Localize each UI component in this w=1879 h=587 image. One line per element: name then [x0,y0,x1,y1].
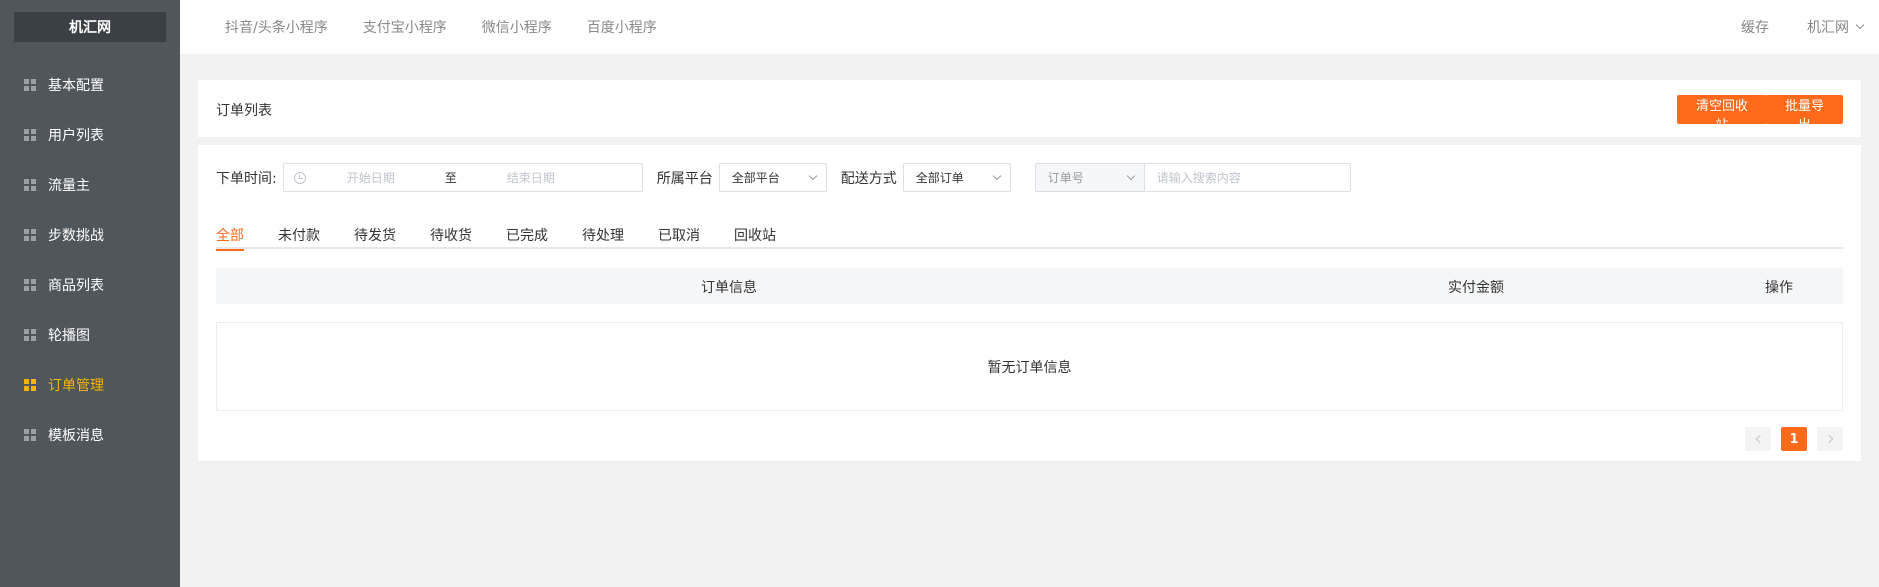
column-order-info: 订单信息 [701,280,757,296]
next-page-button[interactable] [1817,427,1843,451]
grid-icon [24,279,36,291]
tab-all[interactable]: 全部 [216,225,244,251]
title-panel: 订单列表 清空回收站 批量导出 [198,80,1861,137]
sidebar-item-basic-config[interactable]: 基本配置 [0,60,180,110]
sidebar-item-step-challenge[interactable]: 步数挑战 [0,210,180,260]
pagination: 1 [1735,427,1843,451]
tab-wechat[interactable]: 微信小程序 [482,17,552,37]
end-date-input[interactable]: 结束日期 [466,169,596,186]
grid-icon [24,429,36,441]
top-header: 抖音/头条小程序 支付宝小程序 微信小程序 百度小程序 缓存 机汇网 [180,0,1879,54]
batch-export-button[interactable]: 批量导出 [1766,95,1843,133]
sidebar-item-label: 步数挑战 [48,228,104,244]
range-separator: 至 [444,171,457,185]
tab-unpaid[interactable]: 未付款 [278,225,320,249]
search-input[interactable] [1143,163,1351,192]
tab-completed[interactable]: 已完成 [506,225,548,249]
clock-icon [293,171,306,184]
header-actions: 缓存 机汇网 [1741,0,1865,54]
search-type-value: 订单号 [1047,171,1084,185]
grid-icon [24,229,36,241]
sidebar: 机汇网 基本配置 用户列表 流量主 步数挑战 商品列表 轮播图 订单管理 模板消… [0,0,180,587]
grid-icon [24,329,36,341]
page-number-current[interactable]: 1 [1781,427,1807,451]
clear-recycle-bin-button[interactable]: 清空回收站 [1677,95,1767,133]
sidebar-item-products[interactable]: 商品列表 [0,260,180,310]
platform-label: 所属平台 [656,170,713,187]
delivery-select[interactable]: 全部订单 [902,163,1011,192]
column-paid-amount: 实付金额 [1448,280,1504,296]
search-type-select[interactable]: 订单号 [1034,163,1144,192]
sidebar-item-traffic[interactable]: 流量主 [0,160,180,210]
sidebar-item-template-messages[interactable]: 模板消息 [0,410,180,460]
platform-select[interactable]: 全部平台 [718,163,827,192]
tab-baidu[interactable]: 百度小程序 [587,17,657,37]
grid-icon [24,379,36,391]
tab-alipay[interactable]: 支付宝小程序 [363,17,447,37]
tab-to-ship[interactable]: 待发货 [354,225,396,249]
sidebar-item-label: 商品列表 [48,278,104,294]
chevron-right-icon [1824,434,1833,444]
sidebar-item-user-list[interactable]: 用户列表 [0,110,180,160]
empty-state: 暂无订单信息 [216,322,1843,411]
sidebar-item-label: 用户列表 [48,128,104,144]
prev-page-button[interactable] [1745,427,1771,451]
order-status-tabs: 全部 未付款 待发货 待收货 已完成 待处理 已取消 回收站 [216,225,1843,251]
platform-tabs: 抖音/头条小程序 支付宝小程序 微信小程序 百度小程序 [225,0,692,54]
chevron-down-icon [808,171,817,180]
start-date-input[interactable]: 开始日期 [306,169,436,186]
platform-select-value: 全部平台 [731,171,780,185]
grid-icon [24,129,36,141]
filter-bar: 下单时间: 开始日期 至 结束日期 所属平台 全部平台 配送方式 全部订单 订单… [216,163,1351,192]
sidebar-item-label: 模板消息 [48,428,104,444]
user-name: 机汇网 [1807,20,1849,36]
chevron-down-icon [1855,20,1865,30]
logo: 机汇网 [14,12,166,42]
sidebar-item-carousel[interactable]: 轮播图 [0,310,180,360]
delivery-select-value: 全部订单 [915,171,964,185]
chevron-down-icon [992,171,1001,180]
delivery-label: 配送方式 [840,170,897,187]
chevron-down-icon [1126,171,1135,180]
grid-icon [24,79,36,91]
tab-cancelled[interactable]: 已取消 [658,225,700,249]
sidebar-item-label: 轮播图 [48,328,90,344]
sidebar-menu: 基本配置 用户列表 流量主 步数挑战 商品列表 轮播图 订单管理 模板消息 [0,60,180,460]
sidebar-item-label: 流量主 [48,178,90,194]
user-menu[interactable]: 机汇网 [1807,17,1865,37]
orders-panel: 下单时间: 开始日期 至 结束日期 所属平台 全部平台 配送方式 全部订单 订单… [198,145,1861,461]
table-header: 订单信息 实付金额 操作 [216,268,1843,304]
tab-douyin[interactable]: 抖音/头条小程序 [225,17,328,37]
page-title: 订单列表 [216,103,272,119]
search-group: 订单号 [1034,163,1351,192]
sidebar-item-label: 订单管理 [48,378,104,394]
cache-button[interactable]: 缓存 [1741,17,1769,37]
order-time-label: 下单时间: [216,170,277,187]
tab-recycle-bin[interactable]: 回收站 [734,225,776,249]
chevron-left-icon [1755,434,1764,444]
sidebar-item-orders[interactable]: 订单管理 [0,360,180,410]
sidebar-item-label: 基本配置 [48,78,104,94]
column-actions: 操作 [1765,280,1793,296]
tab-pending[interactable]: 待处理 [582,225,624,249]
date-range-picker[interactable]: 开始日期 至 结束日期 [282,163,643,192]
grid-icon [24,179,36,191]
tab-to-receive[interactable]: 待收货 [430,225,472,249]
